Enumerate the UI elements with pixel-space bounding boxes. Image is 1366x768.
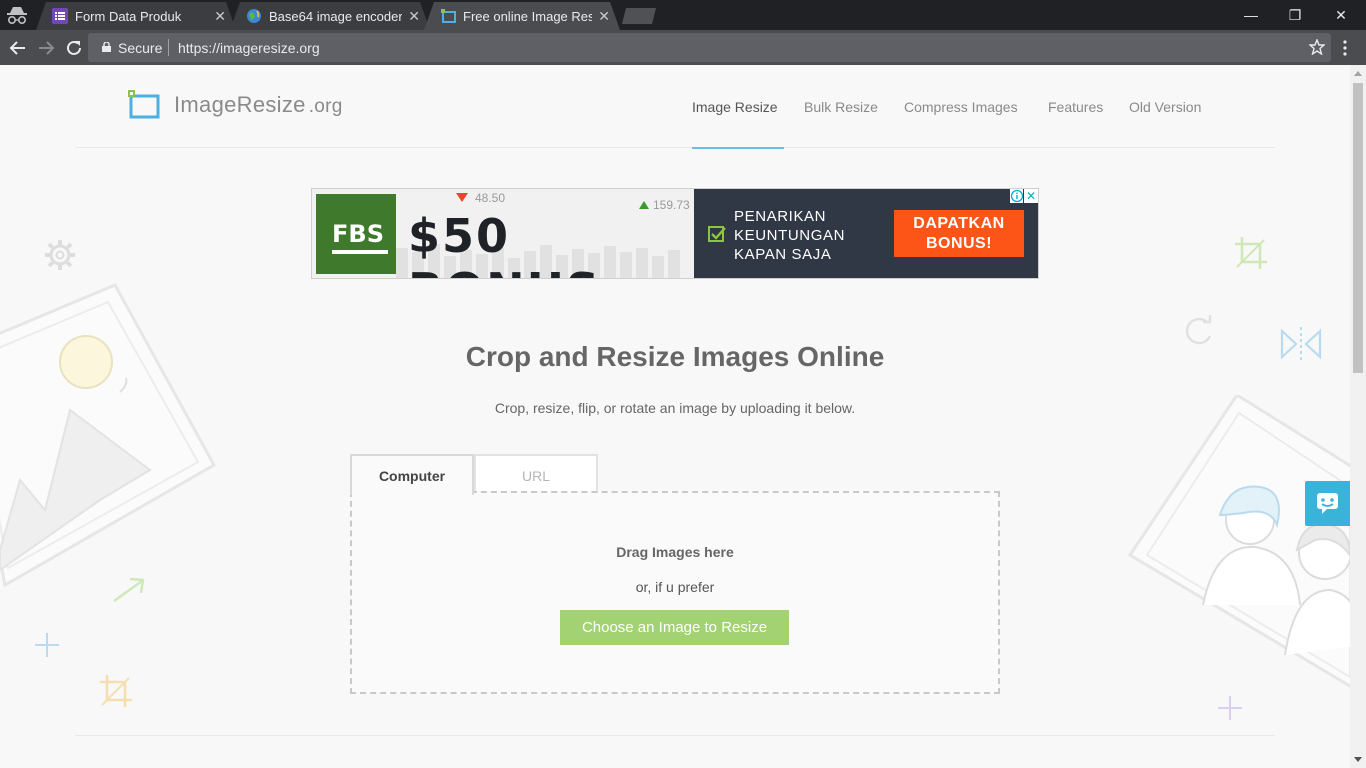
- forward-arrow-icon[interactable]: [35, 37, 57, 59]
- choose-image-button[interactable]: Choose an Image to Resize: [560, 610, 789, 645]
- logo-tld-text: .org: [308, 96, 343, 117]
- chat-widget-icon: [1317, 493, 1338, 514]
- plus-icon: [1218, 696, 1242, 720]
- ad-price-down: 48.50: [475, 191, 506, 205]
- price-up-arrow-icon: [639, 201, 649, 209]
- browser-toolbar: Secure https://imageresize.org: [0, 30, 1366, 65]
- ad-cta-button[interactable]: DAPATKAN BONUS!: [894, 210, 1024, 257]
- header-divider: [75, 147, 1275, 148]
- nav-old-version[interactable]: Old Version: [1129, 99, 1201, 115]
- ad-right-panel: PENARIKAN KEUNTUNGAN KAPAN SAJA DAPATKAN…: [694, 189, 1038, 278]
- nav-active-indicator: [692, 147, 784, 149]
- price-down-arrow-icon: [456, 193, 468, 202]
- section-divider: [75, 735, 1275, 736]
- new-tab-button[interactable]: [622, 8, 656, 24]
- site-logo[interactable]: ImageResize .org: [174, 92, 343, 118]
- address-bar[interactable]: Secure https://imageresize.org: [88, 33, 1331, 62]
- scroll-down-arrow-icon[interactable]: [1354, 757, 1362, 762]
- close-tab-icon[interactable]: ✕: [598, 8, 610, 25]
- landscape-photo-illustration: [0, 283, 217, 588]
- ad-left-panel: FBS 48.50 159.73 $50 BONUS: [312, 189, 694, 278]
- close-tab-icon[interactable]: ✕: [408, 8, 420, 25]
- web-page: ImageResize .org Image Resize Bulk Resize…: [0, 65, 1350, 768]
- tab-image-resize[interactable]: Free online Image Resize ✕: [424, 2, 620, 30]
- browser-menu-icon[interactable]: [1343, 40, 1347, 56]
- incognito-icon: [7, 7, 27, 25]
- tab-form-data-produk[interactable]: Form Data Produk ✕: [36, 2, 236, 30]
- gear-icon: [45, 240, 75, 270]
- tab-computer[interactable]: Computer: [350, 454, 474, 495]
- bookmark-star-icon[interactable]: [1309, 39, 1325, 55]
- back-arrow-icon[interactable]: [7, 37, 29, 59]
- scrollbar-thumb[interactable]: [1353, 83, 1363, 373]
- image-dropzone[interactable]: Drag Images here or, if u prefer Choose …: [350, 491, 1000, 694]
- ad-banner[interactable]: FBS 48.50 159.73 $50 BONUS PENARIKAN KEU…: [311, 188, 1039, 279]
- plus-icon: [35, 633, 59, 657]
- browser-tab-strip: Form Data Produk ✕ Base64 image encoder …: [0, 0, 1366, 30]
- or-label: or, if u prefer: [635, 579, 715, 595]
- omnibox-divider: [168, 39, 169, 56]
- page-subtitle: Crop, resize, flip, or rotate an image b…: [494, 400, 856, 416]
- tab-title: Free online Image Resize: [463, 8, 593, 24]
- imageresize-favicon: [441, 9, 456, 23]
- ad-headline: $50 BONUS: [408, 209, 599, 278]
- crop-icon: [1235, 237, 1267, 269]
- tab-url[interactable]: URL: [474, 454, 598, 493]
- nav-bulk-resize[interactable]: Bulk Resize: [804, 99, 878, 115]
- close-window-button[interactable]: ✕: [1318, 0, 1364, 30]
- tab-base64-encoder[interactable]: Base64 image encoder o ✕: [230, 2, 430, 30]
- chat-widget-button[interactable]: [1305, 481, 1350, 526]
- ad-tagline: PENARIKAN KEUNTUNGAN KAPAN SAJA: [734, 208, 846, 263]
- globe-favicon: [247, 9, 261, 23]
- page-scrollbar[interactable]: [1350, 65, 1366, 768]
- secure-label: Secure: [118, 40, 163, 56]
- arrow-icon: [113, 577, 145, 602]
- form-favicon: [52, 8, 68, 24]
- fbs-brand-text: FBS: [332, 220, 384, 248]
- people-photo-illustration: [1127, 395, 1350, 688]
- ad-choices-icon[interactable]: [1010, 189, 1023, 203]
- nav-image-resize[interactable]: Image Resize: [692, 99, 778, 115]
- imageresize-logo-icon: [127, 89, 160, 119]
- url-text[interactable]: https://imageresize.org: [178, 40, 320, 56]
- ad-close-icon[interactable]: ✕: [1024, 189, 1038, 203]
- scroll-up-arrow-icon[interactable]: [1354, 71, 1362, 76]
- checkbox-check-icon: [708, 226, 726, 242]
- nav-features[interactable]: Features: [1048, 99, 1103, 115]
- lock-icon: [102, 42, 111, 52]
- fbs-logo: FBS: [316, 194, 396, 274]
- crop-icon: [100, 675, 132, 707]
- restore-button[interactable]: ❐: [1272, 0, 1318, 30]
- logo-main-text: ImageResize: [174, 92, 306, 117]
- tab-title: Base64 image encoder o: [269, 8, 403, 24]
- close-tab-icon[interactable]: ✕: [214, 8, 226, 25]
- tab-title: Form Data Produk: [75, 8, 182, 24]
- page-title: Crop and Resize Images Online: [465, 341, 885, 372]
- minimize-button[interactable]: —: [1228, 0, 1274, 30]
- nav-compress-images[interactable]: Compress Images: [904, 99, 1018, 115]
- drag-images-label: Drag Images here: [616, 544, 734, 560]
- reload-icon[interactable]: [63, 37, 85, 59]
